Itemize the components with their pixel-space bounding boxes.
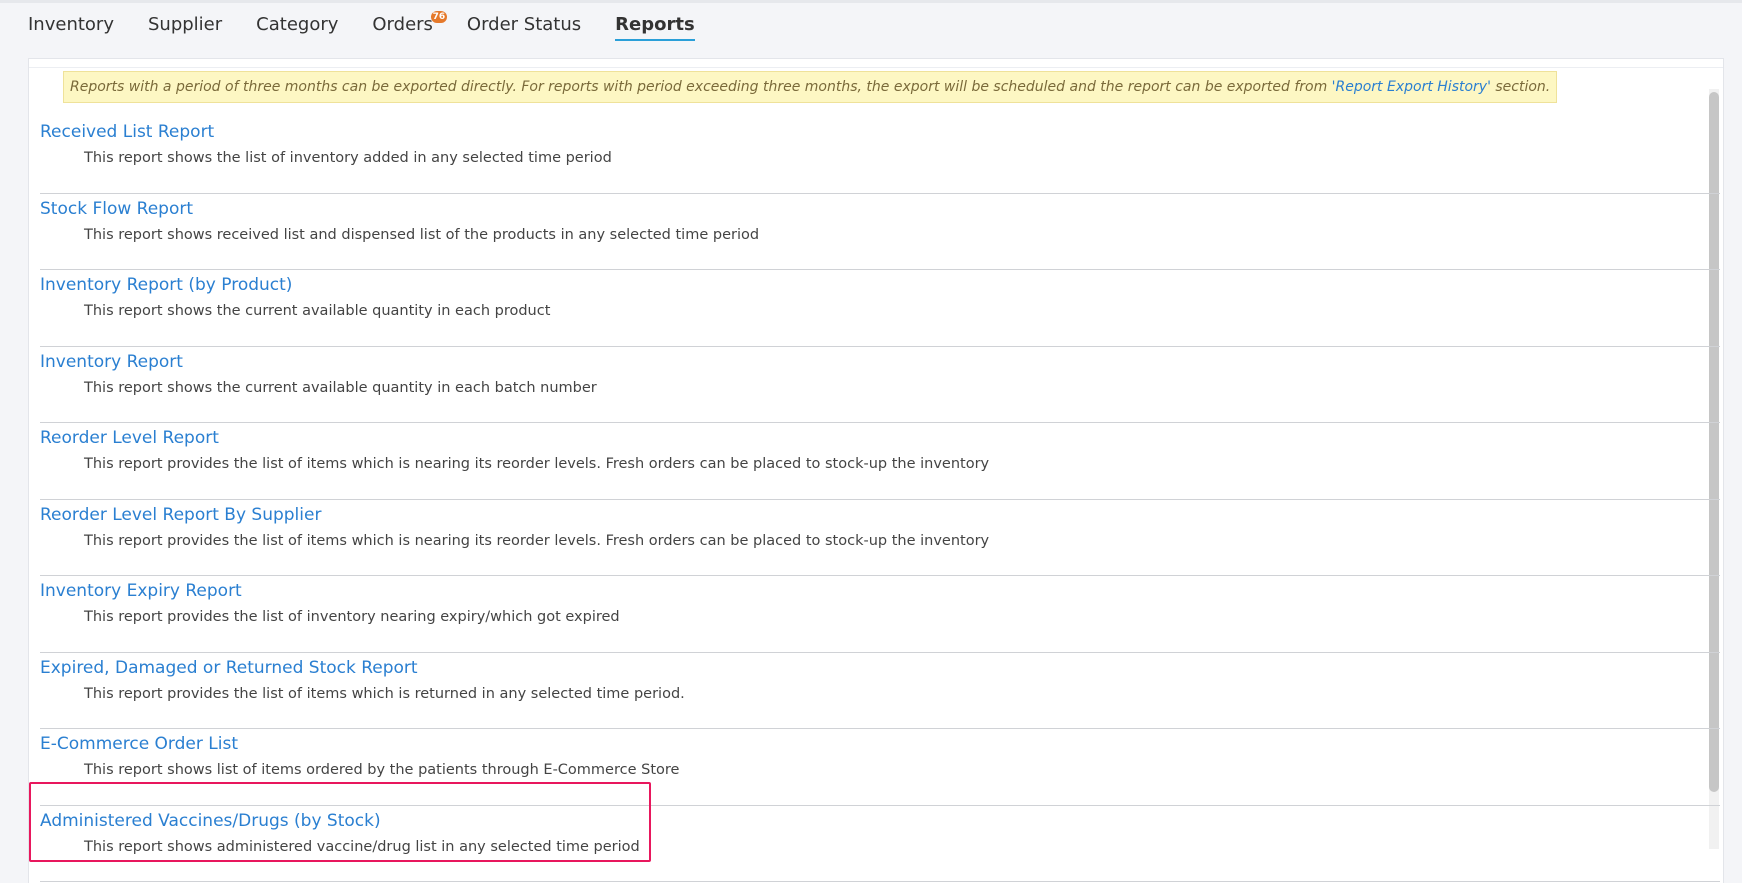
tab-category[interactable]: Category bbox=[256, 14, 338, 41]
orders-count-badge: 76 bbox=[430, 11, 447, 23]
report-description: This report shows received list and disp… bbox=[84, 226, 760, 243]
report-link-reorder-level-by-supplier[interactable]: Reorder Level Report By Supplier bbox=[40, 505, 321, 525]
tab-orders[interactable]: Orders 76 bbox=[372, 11, 447, 41]
report-list: Received List Report This report shows t… bbox=[40, 117, 1720, 882]
report-item: Inventory Report This report shows the c… bbox=[40, 347, 1720, 423]
reports-page: Inventory Supplier Category Orders 76 Or… bbox=[0, 0, 1742, 883]
report-link-expired-damaged-returned[interactable]: Expired, Damaged or Returned Stock Repor… bbox=[40, 658, 418, 678]
report-description: This report provides the list of items w… bbox=[84, 685, 685, 702]
report-description: This report shows the current available … bbox=[84, 303, 551, 319]
panel-divider bbox=[29, 67, 1723, 68]
report-description: This report provides the list of invento… bbox=[84, 609, 620, 625]
report-item: Reorder Level Report This report provide… bbox=[40, 423, 1720, 500]
reports-panel: Reports with a period of three months ca… bbox=[28, 58, 1724, 883]
export-notice: Reports with a period of three months ca… bbox=[63, 71, 1558, 103]
report-item: Stock Flow Report This report shows rece… bbox=[40, 194, 1720, 270]
notice-text-after: section. bbox=[1490, 79, 1551, 95]
report-description: This report shows list of items ordered … bbox=[84, 762, 680, 778]
tab-orders-label: Orders bbox=[372, 14, 433, 35]
report-link-received-list[interactable]: Received List Report bbox=[40, 122, 214, 142]
report-link-stock-flow[interactable]: Stock Flow Report bbox=[40, 199, 193, 219]
report-export-history-link[interactable]: 'Report Export History' bbox=[1332, 79, 1491, 95]
report-item: Received List Report This report shows t… bbox=[40, 117, 1720, 194]
report-item: E-Commerce Order List This report shows … bbox=[40, 729, 1720, 806]
report-item: Inventory Report (by Product) This repor… bbox=[40, 270, 1720, 347]
report-item: Expired, Damaged or Returned Stock Repor… bbox=[40, 653, 1720, 729]
report-link-inventory[interactable]: Inventory Report bbox=[40, 352, 183, 372]
report-item: Inventory Expiry Report This report prov… bbox=[40, 576, 1720, 653]
top-border bbox=[0, 0, 1742, 3]
notice-text-before: Reports with a period of three months ca… bbox=[70, 79, 1332, 95]
report-link-inventory-by-product[interactable]: Inventory Report (by Product) bbox=[40, 275, 292, 295]
tab-reports[interactable]: Reports bbox=[615, 14, 695, 41]
report-description: This report provides the list of items w… bbox=[84, 532, 990, 549]
report-description: This report shows the list of inventory … bbox=[84, 150, 612, 166]
report-description: This report shows administered vaccine/d… bbox=[84, 838, 640, 855]
report-link-reorder-level[interactable]: Reorder Level Report bbox=[40, 428, 219, 448]
report-link-inventory-expiry[interactable]: Inventory Expiry Report bbox=[40, 581, 242, 601]
tab-bar: Inventory Supplier Category Orders 76 Or… bbox=[28, 11, 729, 46]
report-link-administered-vaccines[interactable]: Administered Vaccines/Drugs (by Stock) bbox=[40, 811, 381, 831]
tab-order-status[interactable]: Order Status bbox=[467, 14, 581, 41]
report-link-ecommerce-order-list[interactable]: E-Commerce Order List bbox=[40, 734, 238, 754]
tab-supplier[interactable]: Supplier bbox=[148, 14, 222, 41]
report-item: Administered Vaccines/Drugs (by Stock) T… bbox=[40, 806, 1720, 882]
tab-inventory[interactable]: Inventory bbox=[28, 14, 114, 41]
report-description: This report shows the current available … bbox=[84, 379, 597, 396]
report-description: This report provides the list of items w… bbox=[84, 456, 990, 472]
report-item: Reorder Level Report By Supplier This re… bbox=[40, 500, 1720, 576]
